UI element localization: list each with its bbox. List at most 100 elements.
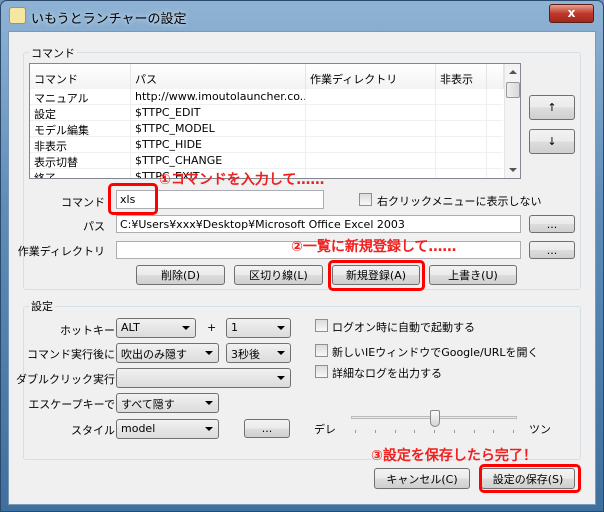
path-browse-button[interactable]: ... — [529, 215, 575, 233]
annotation-highlight-command — [108, 183, 158, 215]
verbose-log-checkbox[interactable] — [315, 365, 328, 378]
chevron-down-icon — [205, 351, 213, 355]
chevron-down-icon — [205, 427, 213, 431]
table-cell[interactable] — [436, 153, 487, 169]
table-cell[interactable] — [436, 121, 487, 137]
command-group-label: コマンド — [29, 45, 77, 61]
after-exec-select[interactable]: 吹出のみ隠す — [116, 343, 219, 363]
column-header-hidden[interactable]: 非表示 — [436, 64, 487, 89]
dblclick-select[interactable] — [116, 368, 291, 388]
move-up-button[interactable]: ↑ — [529, 95, 575, 120]
chevron-down-icon — [277, 376, 285, 380]
table-cell[interactable] — [306, 121, 436, 137]
table-cell[interactable]: $TTPC_CHANGE — [131, 153, 306, 169]
dialog-client: コマンド コマンド パス 作業ディレクトリ 非表示 マニュアル http://ww… — [8, 31, 596, 505]
scroll-down-arrow-icon[interactable] — [509, 168, 517, 172]
column-header-workdir[interactable]: 作業ディレクトリ — [306, 64, 436, 89]
tsun-dere-slider[interactable] — [351, 410, 517, 436]
column-header-blank — [487, 64, 504, 89]
plus-label: + — [207, 321, 217, 334]
table-cell[interactable] — [306, 153, 436, 169]
scrollbar-thumb[interactable] — [506, 82, 520, 98]
style-value: model — [121, 422, 156, 435]
list-scrollbar[interactable] — [504, 64, 520, 178]
escape-select[interactable]: すべて隠す — [116, 393, 219, 413]
table-cell[interactable]: 非表示 — [30, 137, 131, 153]
command-list[interactable]: コマンド パス 作業ディレクトリ 非表示 マニュアル http://www.imo… — [29, 63, 521, 179]
slider-right-label: ツン — [529, 423, 551, 436]
slider-tick — [374, 430, 376, 433]
delete-button[interactable]: 削除(D) — [136, 265, 225, 285]
annotation-step1: ①コマンドを入力して…… — [159, 172, 325, 188]
after-exec-delay-value: 3秒後 — [231, 348, 260, 361]
slider-thumb[interactable] — [430, 410, 440, 427]
slider-tick — [355, 430, 356, 433]
slider-tick — [453, 430, 455, 433]
table-cell[interactable] — [436, 137, 487, 153]
table-cell[interactable] — [306, 169, 436, 178]
annotation-step2: ②一覧に新規登録して…… — [291, 239, 457, 255]
dblclick-label: ダブルクリック実行 — [16, 373, 115, 386]
hide-context-menu-checkbox[interactable] — [359, 193, 372, 206]
table-cell[interactable]: モデル編集 — [30, 121, 131, 137]
hotkey-key-value: 1 — [231, 321, 238, 334]
table-cell[interactable]: 表示切替 — [30, 153, 131, 169]
scroll-up-arrow-icon[interactable] — [509, 70, 517, 74]
table-cell[interactable]: http://www.imoutolauncher.co... — [131, 89, 306, 105]
chevron-down-icon — [205, 401, 213, 405]
overwrite-button[interactable]: 上書き(U) — [429, 265, 517, 285]
path-input[interactable]: C:¥Users¥xxx¥Desktop¥Microsoft Office Ex… — [116, 215, 521, 233]
table-cell[interactable] — [436, 105, 487, 121]
path-label: パス — [83, 220, 105, 233]
table-cell[interactable]: 設定 — [30, 105, 131, 121]
verbose-log-label: 詳細なログを出力する — [332, 367, 442, 380]
ie-window-checkbox[interactable] — [315, 344, 328, 357]
hotkey-modifier-select[interactable]: ALT — [116, 318, 196, 338]
slider-tick — [493, 430, 495, 433]
annotation-step3: ③設定を保存したら完了！ — [371, 448, 537, 464]
workdir-label: 作業ディレクトリ — [17, 245, 105, 258]
chevron-down-icon — [277, 326, 285, 330]
close-button[interactable]: x — [549, 4, 594, 23]
table-cell[interactable] — [306, 137, 436, 153]
table-cell[interactable] — [306, 105, 436, 121]
app-icon — [9, 7, 26, 24]
table-cell[interactable]: 終了 — [30, 169, 131, 178]
cancel-button[interactable]: キャンセル(C) — [374, 468, 470, 489]
hotkey-key-select[interactable]: 1 — [226, 318, 291, 338]
slider-left-label: デレ — [314, 423, 336, 436]
ie-window-label: 新しいIEウィンドウでGoogle/URLを開く — [332, 346, 539, 359]
annotation-highlight-save — [479, 464, 581, 493]
column-header-path[interactable]: パス — [131, 64, 306, 89]
hide-context-menu-label: 右クリックメニューに表示しない — [377, 195, 542, 208]
autostart-label: ログオン時に自動で起動する — [332, 321, 475, 334]
separator-button[interactable]: 区切り線(L) — [234, 265, 323, 285]
style-select[interactable]: model — [116, 419, 219, 439]
after-exec-value: 吹出のみ隠す — [121, 348, 187, 361]
move-down-button[interactable]: ↓ — [529, 129, 575, 154]
table-cell[interactable]: $TTPC_EDIT — [131, 105, 306, 121]
escape-label: エスケープキーで — [28, 398, 115, 411]
escape-value: すべて隠す — [121, 398, 175, 411]
annotation-highlight-add — [328, 260, 425, 291]
table-cell[interactable]: $TTPC_MODEL — [131, 121, 306, 137]
table-cell[interactable]: $TTPC_HIDE — [131, 137, 306, 153]
table-cell[interactable] — [306, 89, 436, 105]
after-exec-delay-select[interactable]: 3秒後 — [226, 343, 291, 363]
table-cell[interactable]: マニュアル — [30, 89, 131, 105]
workdir-browse-button[interactable]: ... — [529, 241, 575, 259]
style-label: スタイル — [71, 424, 115, 437]
hotkey-label: ホットキー — [60, 324, 115, 337]
slider-tick — [414, 430, 416, 433]
settings-group-label: 設定 — [29, 298, 55, 314]
style-browse-button[interactable]: ... — [244, 419, 290, 438]
chevron-down-icon — [182, 326, 190, 330]
command-label: コマンド — [61, 196, 105, 209]
column-header-command[interactable]: コマンド — [30, 64, 131, 89]
slider-tick — [473, 430, 475, 433]
table-cell[interactable] — [436, 89, 487, 105]
table-cell[interactable] — [436, 169, 487, 178]
after-exec-label: コマンド実行後に — [27, 348, 115, 361]
hotkey-modifier-value: ALT — [121, 321, 140, 334]
autostart-checkbox[interactable] — [315, 319, 328, 332]
